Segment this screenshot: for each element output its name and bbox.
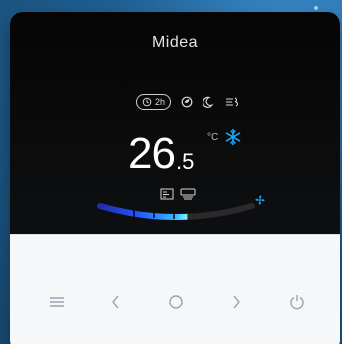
control-panel xyxy=(10,234,340,344)
status-row: 2h xyxy=(136,94,239,110)
menu-button[interactable] xyxy=(44,289,70,315)
left-button[interactable] xyxy=(103,289,129,315)
power-button[interactable] xyxy=(284,289,310,315)
fan-icon xyxy=(254,194,266,206)
display-screen: Midea 2h 26 .5 °C xyxy=(10,12,340,235)
cool-mode-icon xyxy=(224,128,242,146)
temperature-decimal: .5 xyxy=(175,149,195,174)
timer-label: 2h xyxy=(155,97,166,107)
eco-icon xyxy=(181,96,193,108)
timer-icon xyxy=(142,97,152,107)
temperature-integer: 26 xyxy=(128,129,176,178)
temperature-unit: °C xyxy=(207,132,219,143)
sparkle xyxy=(314,6,318,10)
temperature-display: 26 .5 xyxy=(128,132,194,176)
fan-speed-bar xyxy=(97,203,255,220)
ok-button[interactable] xyxy=(163,289,189,315)
thermostat-device: Midea 2h 26 .5 °C xyxy=(10,12,340,344)
background-scene: Midea 2h 26 .5 °C xyxy=(0,0,342,344)
swing-icon xyxy=(225,96,239,108)
brand-logo: Midea xyxy=(151,34,199,51)
timer-badge: 2h xyxy=(136,94,172,110)
right-button[interactable] xyxy=(223,289,249,315)
sleep-icon xyxy=(203,96,215,108)
